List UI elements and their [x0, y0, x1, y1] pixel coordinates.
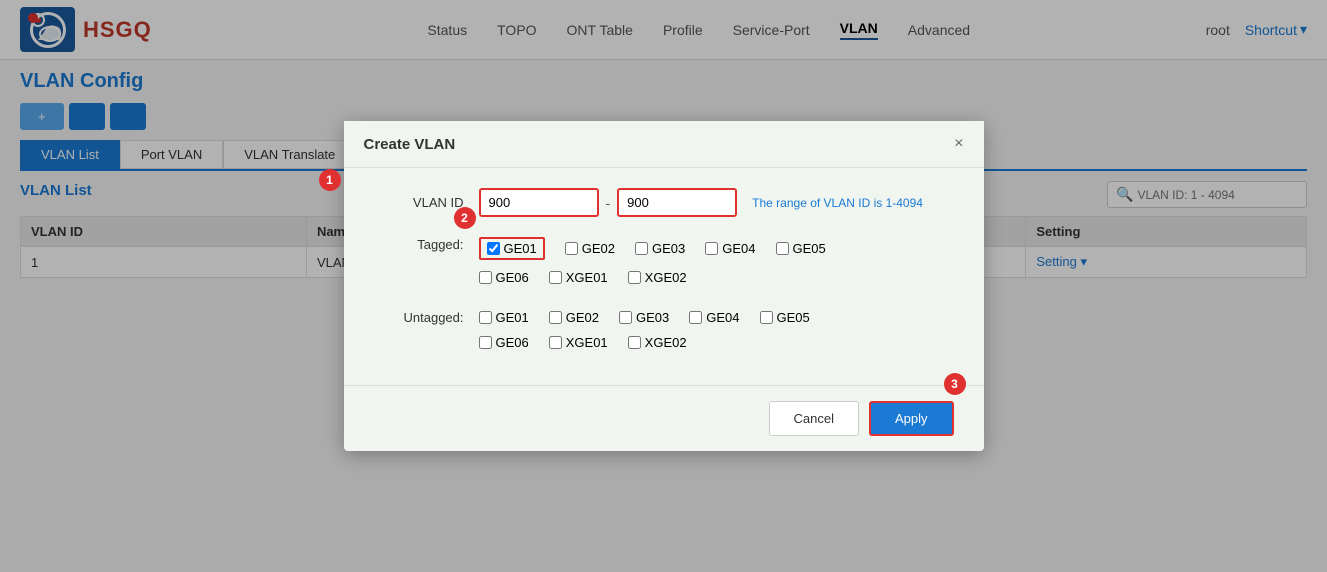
untagged-label: Untagged: — [374, 310, 464, 325]
untagged-ge01-item: GE01 — [479, 310, 529, 325]
untagged-ge04-label: GE04 — [706, 310, 739, 325]
cancel-button[interactable]: Cancel — [769, 401, 859, 436]
tagged-ge04-label: GE04 — [722, 241, 755, 256]
tagged-ge04-checkbox[interactable] — [705, 242, 718, 255]
tagged-xge01-item: XGE01 — [549, 270, 608, 285]
tagged-ge01-checkbox[interactable] — [487, 242, 500, 255]
tagged-ge03-item: GE03 — [635, 241, 685, 256]
untagged-ge05-checkbox[interactable] — [760, 311, 773, 324]
tagged-xge01-checkbox[interactable] — [549, 271, 562, 284]
tagged-ge06-label: GE06 — [496, 270, 529, 285]
untagged-ge03-label: GE03 — [636, 310, 669, 325]
modal-body: VLAN ID - The range of VLAN ID is 1-4094… — [344, 168, 984, 385]
tagged-ge02-item: GE02 — [565, 241, 615, 256]
tagged-ge02-checkbox[interactable] — [565, 242, 578, 255]
vlan-id-dash: - — [606, 195, 611, 211]
step-badge-3: 3 — [944, 373, 966, 395]
untagged-ge02-item: GE02 — [549, 310, 599, 325]
tagged-ge05-item: GE05 — [776, 241, 826, 256]
untagged-ge02-checkbox[interactable] — [549, 311, 562, 324]
untagged-xge02-label: XGE02 — [645, 335, 687, 350]
vlan-id-start-input[interactable] — [479, 188, 599, 217]
tagged-ge06-checkbox[interactable] — [479, 271, 492, 284]
tagged-ge05-label: GE05 — [793, 241, 826, 256]
tagged-ge01-item: GE01 — [479, 237, 545, 260]
tagged-xge02-checkbox[interactable] — [628, 271, 641, 284]
create-vlan-modal: Create VLAN × VLAN ID - The range of VLA… — [344, 121, 984, 451]
vlan-id-inputs: - The range of VLAN ID is 1-4094 1 — [479, 188, 923, 217]
tagged-xge02-item: XGE02 — [628, 270, 687, 285]
untagged-ge01-label: GE01 — [496, 310, 529, 325]
step-badge-2: 2 — [454, 207, 476, 229]
tagged-ge02-label: GE02 — [582, 241, 615, 256]
tagged-ge05-checkbox[interactable] — [776, 242, 789, 255]
vlan-id-range-hint: The range of VLAN ID is 1-4094 — [752, 196, 923, 210]
untagged-ge06-label: GE06 — [496, 335, 529, 350]
untagged-xge01-item: XGE01 — [549, 335, 608, 350]
untagged-ge02-label: GE02 — [566, 310, 599, 325]
untagged-ge06-item: GE06 — [479, 335, 529, 350]
tagged-ports: 2 GE01 GE02 GE03 — [479, 237, 954, 285]
modal-header: Create VLAN × — [344, 121, 984, 168]
untagged-ge03-checkbox[interactable] — [619, 311, 632, 324]
tagged-row: Tagged: 2 GE01 GE — [374, 237, 954, 285]
modal-close-button[interactable]: × — [954, 135, 963, 153]
untagged-ge05-label: GE05 — [777, 310, 810, 325]
untagged-row: Untagged: GE01 GE02 GE03 — [374, 310, 954, 350]
untagged-xge02-checkbox[interactable] — [628, 336, 641, 349]
untagged-xge02-item: XGE02 — [628, 335, 687, 350]
untagged-ge04-checkbox[interactable] — [689, 311, 702, 324]
apply-button[interactable]: Apply — [869, 401, 954, 436]
tagged-ge04-item: GE04 — [705, 241, 755, 256]
untagged-ge01-checkbox[interactable] — [479, 311, 492, 324]
modal-title: Create VLAN — [364, 136, 456, 153]
untagged-ge04-item: GE04 — [689, 310, 739, 325]
untagged-ge06-checkbox[interactable] — [479, 336, 492, 349]
untagged-ports: GE01 GE02 GE03 GE04 — [479, 310, 954, 350]
tagged-ge01-label: GE01 — [504, 241, 537, 256]
tagged-xge01-label: XGE01 — [566, 270, 608, 285]
untagged-ge05-item: GE05 — [760, 310, 810, 325]
untagged-xge01-checkbox[interactable] — [549, 336, 562, 349]
tagged-label: Tagged: — [374, 237, 464, 252]
untagged-xge01-label: XGE01 — [566, 335, 608, 350]
tagged-ge03-label: GE03 — [652, 241, 685, 256]
tagged-xge02-label: XGE02 — [645, 270, 687, 285]
vlan-id-label: VLAN ID — [374, 195, 464, 210]
step-badge-1: 1 — [319, 169, 341, 191]
vlan-id-end-input[interactable] — [617, 188, 737, 217]
modal-overlay: Create VLAN × VLAN ID - The range of VLA… — [0, 0, 1327, 572]
tagged-ge03-checkbox[interactable] — [635, 242, 648, 255]
tagged-ge06-item: GE06 — [479, 270, 529, 285]
untagged-ge03-item: GE03 — [619, 310, 669, 325]
modal-footer: Cancel 3 Apply — [344, 385, 984, 451]
